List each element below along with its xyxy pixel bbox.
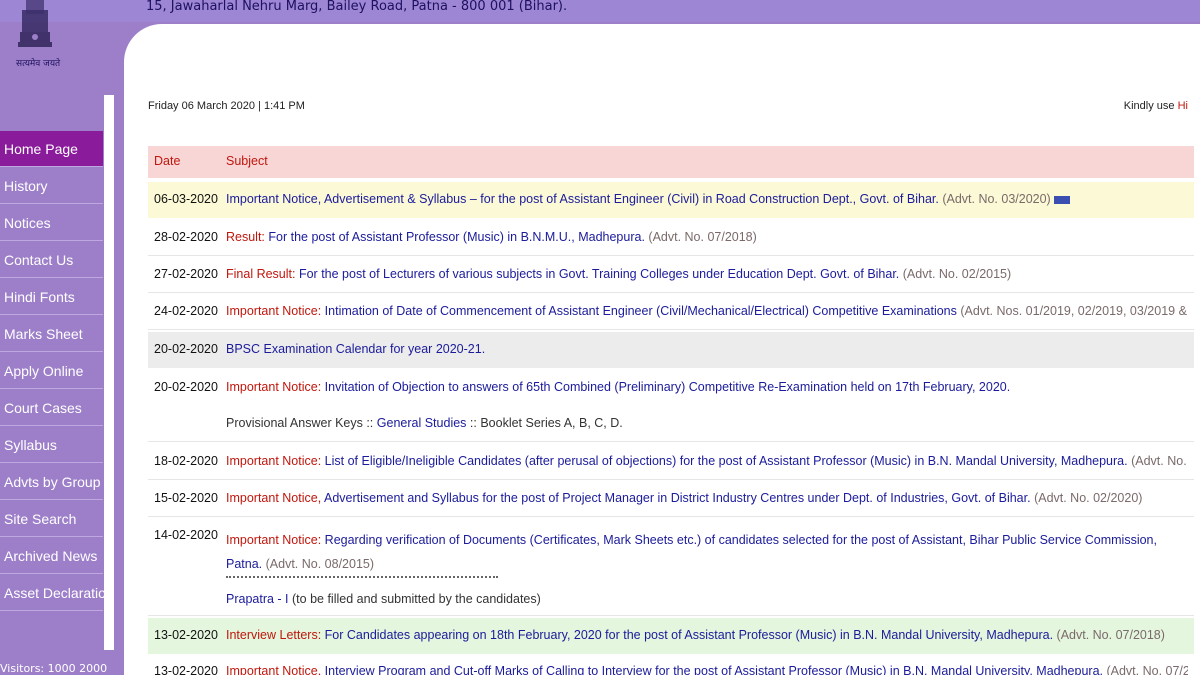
row-label: Important Notice: (226, 380, 322, 394)
answer-key-line: Provisional Answer Keys :: General Studi… (226, 416, 623, 430)
sidebar-item-notices[interactable]: Notices (0, 205, 103, 241)
hindi-link[interactable]: Hi (1178, 100, 1188, 112)
table-header: Date Subject (148, 146, 1194, 178)
row-label: Result: (226, 230, 265, 244)
row-date: 18-02-2020 (154, 454, 218, 468)
language-hint: Kindly use Hi (1124, 100, 1188, 112)
table-row: 18-02-2020 Important Notice: List of Eli… (148, 444, 1194, 480)
row-subject[interactable]: Important Notice: Intimation of Date of … (226, 304, 1188, 318)
sidebar-item-syllabus[interactable]: Syllabus (0, 427, 103, 463)
sidebar-item-court-cases[interactable]: Court Cases (0, 390, 103, 426)
row-date: 20-02-2020 (154, 342, 218, 356)
row-subject[interactable]: Important Notice, Advertisement and Syll… (226, 491, 1188, 505)
table-row: 14-02-2020 Important Notice: Regarding v… (148, 518, 1194, 616)
table-row: 13-02-2020 Important Notice, Interview P… (148, 656, 1194, 675)
row-date: 14-02-2020 (154, 528, 218, 542)
table-row: 15-02-2020 Important Notice, Advertiseme… (148, 481, 1194, 517)
row-text: List of Eligible/Ineligible Candidates (… (324, 454, 1128, 468)
sidebar-item-site-search[interactable]: Site Search (0, 501, 103, 537)
sidebar-item-advts-by-group[interactable]: Advts by Group (0, 464, 103, 500)
row-subject[interactable]: Important Notice: Regarding verification… (226, 528, 1188, 576)
row-advt: (Advt. No. 02/2020) (1034, 491, 1143, 505)
emblem-caption: सत्यमेव जयते (16, 59, 61, 69)
sidebar-item-home[interactable]: Home Page (0, 131, 103, 167)
row-text: For the post of Lecturers of various sub… (298, 267, 900, 281)
row-text: Intimation of Date of Commencement of As… (324, 304, 957, 318)
row-advt: (Advt. No. 03/2020) (942, 192, 1051, 206)
table-row: 13-02-2020 Interview Letters: For Candid… (148, 618, 1194, 654)
prapatra-line: Prapatra - I (to be filled and submitted… (226, 592, 541, 606)
row-date: 28-02-2020 (154, 230, 218, 244)
prapatra-suffix: (to be filled and submitted by the candi… (292, 592, 541, 606)
row-text: For Candidates appearing on 18th Februar… (324, 628, 1054, 642)
row-subject[interactable]: Important Notice, Interview Program and … (226, 664, 1188, 675)
table-row: 06-03-2020 Important Notice, Advertiseme… (148, 182, 1194, 218)
sidebar-item-asset-declaration[interactable]: Asset Declaration (0, 575, 114, 611)
row-advt: (Advt. Nos. 01/2019, 02/2019, 03/2019 & … (960, 304, 1188, 318)
row-subject[interactable]: Important Notice: List of Eligible/Ineli… (226, 454, 1188, 468)
sidebar-rail (104, 95, 114, 650)
row-date: 06-03-2020 (154, 192, 218, 206)
row-subject[interactable]: Final Result: For the post of Lecturers … (226, 267, 1188, 281)
sidebar-item-contact[interactable]: Contact Us (0, 242, 103, 278)
row-text: Invitation of Objection to answers of 65… (324, 380, 1011, 394)
table-row: 27-02-2020 Final Result: For the post of… (148, 257, 1194, 293)
visitor-counter: Visitors: 1000 2000 (0, 662, 108, 675)
row-text: For the post of Assistant Professor (Mus… (268, 230, 645, 244)
answer-key-prefix: Provisional Answer Keys :: (226, 416, 374, 430)
address-text: 15, Jawaharlal Nehru Marg, Bailey Road, … (146, 0, 568, 14)
sidebar-item-archived-news[interactable]: Archived News (0, 538, 103, 574)
current-date: Friday 06 March 2020 | 1:41 PM (148, 100, 305, 112)
row-label: Important Notice: (226, 454, 322, 468)
header-date: Date (154, 154, 181, 168)
row-advt: (Advt. No. 07/2018) (1056, 628, 1165, 642)
row-advt: (Advt. No. 07/2018) (1106, 664, 1188, 675)
general-studies-link[interactable]: General Studies (377, 416, 467, 430)
row-subject[interactable]: Result: For the post of Assistant Profes… (226, 230, 1188, 244)
row-advt: (Advt. No. 08/2015) (265, 557, 375, 571)
table-row: 28-02-2020 Result: For the post of Assis… (148, 220, 1194, 256)
sidebar-item-hindi-fonts[interactable]: Hindi Fonts (0, 279, 103, 315)
row-label: Important Notice: (226, 304, 322, 318)
row-label: Final Result: (226, 267, 296, 281)
dotted-divider (226, 576, 498, 578)
row-label: Important Notice, (226, 664, 322, 675)
row-date: 27-02-2020 (154, 267, 218, 281)
sidebar-item-marks-sheet[interactable]: Marks Sheet (0, 316, 103, 352)
row-subject[interactable]: Interview Letters: For Candidates appear… (226, 628, 1188, 642)
row-text: Interview Program and Cut-off Marks of C… (324, 664, 1103, 675)
sidebar-item-apply-online[interactable]: Apply Online (0, 353, 103, 389)
kindly-use-label: Kindly use (1123, 100, 1175, 112)
row-date: 13-02-2020 (154, 664, 218, 675)
row-advt: (Advt. No. 07/2018) (1131, 454, 1188, 468)
sidebar-item-history[interactable]: History (0, 168, 103, 204)
row-advt: (Advt. No. 02/2015) (902, 267, 1012, 281)
prapatra-link[interactable]: Prapatra - I (226, 592, 289, 606)
table-row: 20-02-2020 Important Notice: Invitation … (148, 370, 1194, 442)
header-subject: Subject (226, 154, 268, 168)
row-subject[interactable]: Important Notice, Advertisement & Syllab… (226, 192, 1188, 206)
answer-key-suffix: :: Booklet Series A, B, C, D. (469, 416, 623, 430)
row-date: 13-02-2020 (154, 628, 218, 642)
new-badge-icon (1053, 195, 1070, 204)
row-text: Important Notice, Advertisement & Syllab… (226, 192, 939, 206)
sidebar: Home Page History Notices Contact Us Hin… (0, 95, 116, 655)
table-row: 24-02-2020 Important Notice: Intimation … (148, 294, 1194, 330)
row-label: Important Notice, (226, 491, 322, 505)
row-subject[interactable]: BPSC Examination Calendar for year 2020-… (226, 342, 1188, 356)
row-date: 20-02-2020 (154, 380, 218, 394)
row-date: 24-02-2020 (154, 304, 218, 318)
row-label: Important Notice: (226, 533, 322, 547)
row-subject[interactable]: Important Notice: Invitation of Objectio… (226, 380, 1188, 394)
table-row: 20-02-2020 BPSC Examination Calendar for… (148, 332, 1194, 368)
row-date: 15-02-2020 (154, 491, 218, 505)
row-advt: (Advt. No. 07/2018) (648, 230, 757, 244)
row-text: Advertisement and Syllabus for the post … (323, 491, 1031, 505)
row-label: Interview Letters: (226, 628, 322, 642)
